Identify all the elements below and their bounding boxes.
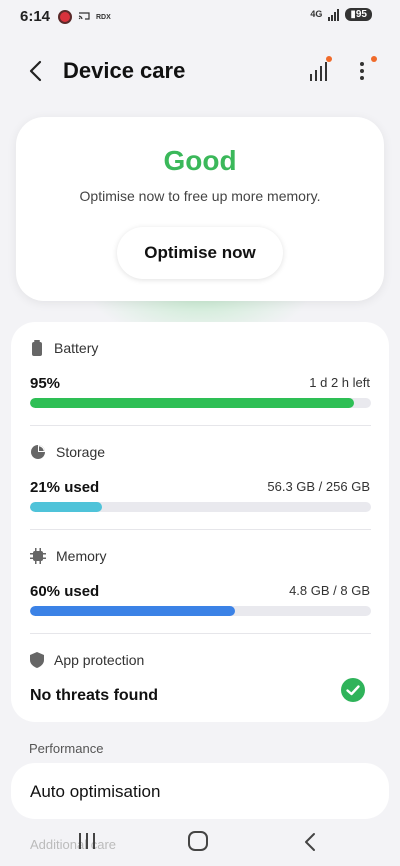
device-status: Good [163, 145, 237, 176]
diagnostics-button[interactable] [304, 56, 334, 86]
cast-icon [78, 8, 90, 26]
pie-chart-icon [31, 445, 45, 459]
shield-icon [30, 652, 44, 668]
memory-bar-fill [30, 606, 235, 616]
battery-level: ▮95 [345, 8, 372, 21]
memory-label: Memory [56, 548, 107, 564]
protection-result: No threats found [30, 687, 158, 704]
recent-apps-icon [79, 833, 95, 849]
status-time: 6:14 [20, 8, 51, 25]
back-button[interactable] [24, 58, 50, 84]
navigation-bar [0, 820, 400, 866]
battery-row[interactable]: Battery 95% 1 d 2 h left [11, 322, 389, 426]
check-circle-icon [341, 678, 365, 702]
metrics-card: Battery 95% 1 d 2 h left Storage 21% use… [11, 322, 389, 722]
memory-usage: 4.8 GB / 8 GB [289, 583, 370, 598]
auto-optimisation-label: Auto optimisation [30, 782, 161, 801]
system-icons: 4G ▮95 [310, 8, 372, 21]
app-protection-label: App protection [54, 652, 145, 668]
storage-label: Storage [56, 444, 106, 460]
notification-dot [371, 56, 377, 62]
battery-percent: 95% [30, 375, 61, 392]
app-notification-icon [58, 10, 72, 24]
performance-section-label: Performance [29, 741, 104, 756]
notification-icons: RDX [58, 8, 111, 26]
nav-back-icon [305, 833, 315, 851]
memory-bar [30, 606, 371, 616]
notification-dot [326, 56, 332, 62]
recent-apps-button[interactable] [76, 832, 98, 850]
battery-bar [30, 398, 371, 408]
app-protection-row[interactable]: App protection No threats found [11, 634, 389, 722]
battery-label: Battery [54, 340, 99, 356]
back-arrow-icon [29, 60, 42, 82]
battery-time-left: 1 d 2 h left [309, 375, 370, 390]
battery-bar-fill [30, 398, 354, 408]
chip-icon [30, 548, 46, 564]
more-options-button[interactable] [352, 56, 377, 86]
storage-row[interactable]: Storage 21% used 56.3 GB / 256 GB [11, 426, 389, 530]
memory-row[interactable]: Memory 60% used 4.8 GB / 8 GB [11, 530, 389, 634]
storage-bar-fill [30, 502, 102, 512]
auto-optimisation-item[interactable]: Auto optimisation [11, 763, 389, 819]
storage-percent: 21% used [30, 479, 100, 496]
storage-bar [30, 502, 371, 512]
network-type: 4G [310, 9, 323, 19]
status-subtitle: Optimise now to free up more memory. [79, 188, 321, 204]
notification-text: RDX [96, 13, 111, 21]
status-card: Good Optimise now to free up more memory… [16, 117, 384, 301]
memory-percent: 60% used [30, 583, 100, 600]
cell-signal-icon [328, 8, 340, 21]
storage-usage: 56.3 GB / 256 GB [267, 479, 370, 494]
nav-back-button[interactable] [302, 832, 318, 852]
page-title: Device care [63, 58, 186, 83]
optimise-now-button[interactable]: Optimise now [117, 227, 283, 279]
status-bar: 6:14 RDX 4G ▮95 [0, 0, 400, 32]
app-header: Device care [0, 48, 400, 94]
battery-icon [32, 340, 42, 356]
home-button[interactable] [188, 831, 208, 851]
